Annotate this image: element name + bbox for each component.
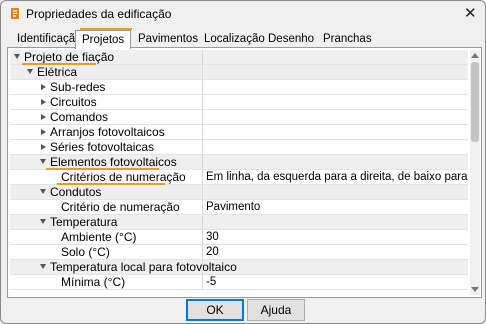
vertical-scrollbar[interactable] (470, 50, 480, 295)
tree-row-arranjos-fotovoltaicos[interactable]: Arranjos fotovoltaicos (10, 125, 468, 140)
help-button[interactable]: Ajuda (247, 299, 305, 321)
scroll-thumb[interactable] (471, 62, 479, 142)
tree-row-circuitos[interactable]: Circuitos (10, 95, 468, 110)
tree-label: Ambiente (°C) (61, 230, 137, 244)
tree-row-projeto-fiacao[interactable]: Projeto de fiação (10, 50, 468, 65)
tree-row-series-fotovoltaicas[interactable]: Séries fotovoltaicas (10, 140, 468, 155)
tree-label: Séries fotovoltaicas (50, 140, 155, 154)
close-button[interactable]: ✕ (451, 1, 485, 27)
tree-row-temperatura[interactable]: Temperatura (10, 215, 468, 230)
tree-label: Critério de numeração (61, 200, 180, 214)
tree-label: Circuitos (50, 95, 97, 109)
tree-label: Elétrica (37, 65, 78, 79)
tab-projetos[interactable]: Projetos (75, 30, 132, 49)
property-tree: Projeto de fiação Elétrica Sub-redes Cir… (10, 50, 468, 295)
scroll-down-icon[interactable] (471, 287, 479, 292)
tree-row-temperatura-local[interactable]: Temperatura local para fotovoltaico (10, 260, 468, 275)
tree-label: Sub-redes (50, 80, 106, 94)
tree-label: Solo (°C) (61, 245, 110, 259)
tree-label: Temperatura (50, 215, 118, 229)
app-logo-icon (11, 8, 19, 19)
expand-icon[interactable] (40, 264, 46, 269)
expand-icon[interactable] (14, 54, 20, 59)
property-value[interactable]: 20 (202, 245, 219, 260)
tree-row-ambiente[interactable]: Ambiente (°C) 30 (10, 230, 468, 245)
collapse-icon[interactable] (41, 144, 46, 150)
tree-label: Temperatura local para fotovoltaico (50, 260, 237, 274)
property-value[interactable]: 30 (202, 230, 219, 245)
tree-row-condutos[interactable]: Condutos (10, 185, 468, 200)
scroll-up-icon[interactable] (471, 53, 479, 58)
expand-icon[interactable] (27, 69, 33, 74)
property-value[interactable]: Em linha, da esquerda para a direita, de… (202, 170, 468, 185)
close-icon: ✕ (464, 5, 477, 22)
collapse-icon[interactable] (41, 114, 46, 120)
collapse-icon[interactable] (41, 84, 46, 90)
property-value[interactable]: -5 (202, 275, 216, 290)
collapse-icon[interactable] (41, 99, 46, 105)
tab-strip: Identificação Projetos Pavimentos Locali… (10, 28, 480, 49)
tree-row-criterio-numeracao[interactable]: Critério de numeração Pavimento (10, 200, 468, 215)
tree-row-eletrica[interactable]: Elétrica (10, 65, 468, 80)
tree-row-solo[interactable]: Solo (°C) 20 (10, 245, 468, 260)
tree-row-minima[interactable]: Mínima (°C) -5 (10, 275, 468, 290)
tab-desenho[interactable]: Desenho (268, 33, 314, 45)
ok-button[interactable]: OK (186, 299, 244, 321)
tree-row-sub-redes[interactable]: Sub-redes (10, 80, 468, 95)
title-bar: Propriedades da edificação ✕ (1, 1, 485, 27)
tree-row-criterios-numeracao[interactable]: Critérios de numeração Em linha, da esqu… (10, 170, 468, 185)
properties-dialog: Propriedades da edificação ✕ Identificaç… (0, 0, 486, 324)
expand-icon[interactable] (40, 219, 46, 224)
tree-label: Comandos (50, 110, 109, 124)
property-value[interactable]: Pavimento (202, 200, 260, 215)
tree-row-comandos[interactable]: Comandos (10, 110, 468, 125)
tab-pavimentos[interactable]: Pavimentos (138, 33, 198, 45)
tab-localizacao[interactable]: Localização (204, 33, 265, 45)
tab-pranchas[interactable]: Pranchas (323, 33, 372, 45)
expand-icon[interactable] (40, 189, 46, 194)
tree-label: Arranjos fotovoltaicos (50, 125, 165, 139)
collapse-icon[interactable] (41, 129, 46, 135)
properties-panel: Projeto de fiação Elétrica Sub-redes Cir… (7, 47, 482, 298)
expand-icon[interactable] (40, 159, 46, 164)
tree-label: Condutos (50, 185, 102, 199)
tab-identificacao[interactable]: Identificação (17, 33, 82, 45)
tree-label: Mínima (°C) (61, 275, 126, 289)
window-title: Propriedades da edificação (26, 7, 172, 21)
tree-row-elementos-fotovoltaicos[interactable]: Elementos fotovoltaicos (10, 155, 468, 170)
